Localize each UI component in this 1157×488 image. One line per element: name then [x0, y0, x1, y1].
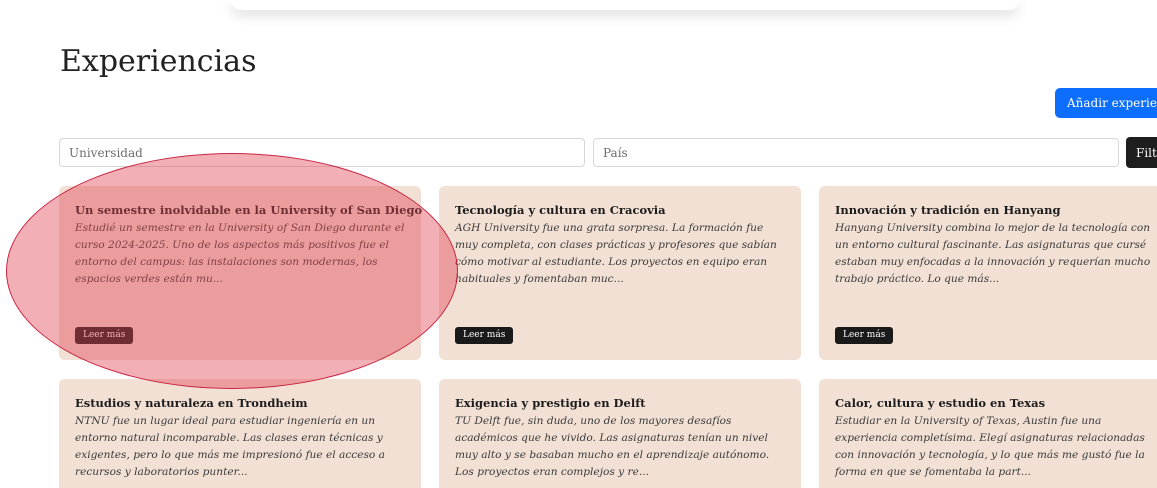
country-filter-input[interactable]	[593, 138, 1119, 167]
top-navbar-edge	[230, 0, 1020, 10]
university-filter-input[interactable]	[59, 138, 585, 167]
card-title: Estudios y naturaleza en Trondheim	[75, 396, 308, 410]
experience-card: Un semestre inolvidable en la University…	[59, 186, 423, 360]
card-title: Tecnología y cultura en Cracovia	[455, 203, 666, 217]
card-title: Un semestre inolvidable en la University…	[75, 203, 423, 217]
card-title: Innovación y tradición en Hanyang	[835, 203, 1061, 217]
card-excerpt: Estudiar en la University of Texas, Aust…	[835, 415, 1145, 478]
card-excerpt: AGH University fue una grata sorpresa. L…	[455, 222, 777, 285]
read-more-button[interactable]: Leer más	[455, 327, 514, 344]
read-more-button[interactable]: Leer más	[75, 327, 134, 344]
card-excerpt: Estudié un semestre en la University of …	[75, 222, 405, 285]
read-more-button[interactable]: Leer más	[835, 327, 894, 344]
card-excerpt: Hanyang University combina lo mejor de l…	[835, 222, 1151, 285]
experience-card: Exigencia y prestigio en Delft TU Delft …	[439, 379, 801, 488]
experience-card: Calor, cultura y estudio en Texas Estudi…	[819, 379, 1157, 488]
experiences-page: Experiencias Añadir experien Filt Un sem…	[0, 0, 1157, 488]
page-title: Experiencias	[60, 44, 257, 79]
filter-button[interactable]: Filt	[1126, 137, 1157, 168]
experience-card: Tecnología y cultura en Cracovia AGH Uni…	[439, 186, 801, 360]
add-experience-button[interactable]: Añadir experien	[1055, 88, 1157, 118]
card-title: Calor, cultura y estudio en Texas	[835, 396, 1046, 410]
experience-card: Estudios y naturaleza en Trondheim NTNU …	[59, 379, 421, 488]
card-excerpt: NTNU fue un lugar ideal para estudiar in…	[75, 415, 385, 478]
experience-card: Innovación y tradición en Hanyang Hanyan…	[819, 186, 1157, 360]
card-title: Exigencia y prestigio en Delft	[455, 396, 646, 410]
card-excerpt: TU Delft fue, sin duda, uno de los mayor…	[455, 415, 770, 478]
